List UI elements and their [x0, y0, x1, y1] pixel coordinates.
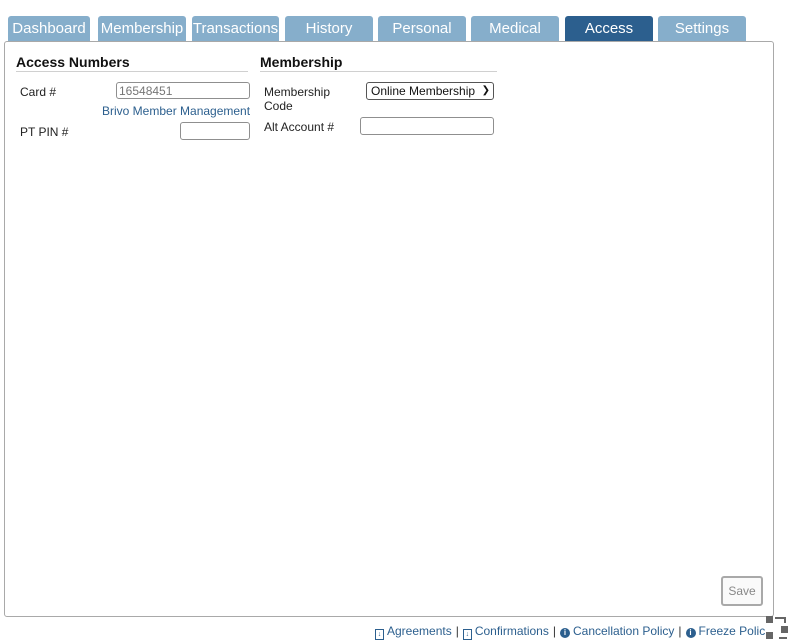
save-button[interactable]: Save [721, 576, 763, 606]
cancellation-policy-label: Cancellation Policy [572, 624, 675, 638]
card-label: Card # [20, 85, 57, 99]
tab-membership[interactable]: Membership [98, 16, 186, 42]
info-icon: i [559, 628, 570, 638]
membership-code-label-line2: Code [264, 99, 293, 113]
info-icon: i [685, 628, 696, 638]
footer-separator: | [455, 624, 459, 638]
tab-medical[interactable]: Medical [471, 16, 559, 42]
confirmations-link-label: Confirmations [474, 624, 549, 638]
footer-separator: | [678, 624, 682, 638]
tab-transactions[interactable]: Transactions [192, 16, 279, 42]
freeze-policy-label: Freeze Polic [698, 624, 766, 638]
footer-separator: | [552, 624, 556, 638]
agreements-link-label: Agreements [387, 624, 452, 638]
access-numbers-heading: Access Numbers [16, 54, 248, 72]
pdf-icon: ↓ [462, 629, 472, 640]
freeze-policy-link[interactable]: i Freeze Polic [685, 624, 766, 638]
resize-handle-icon[interactable] [765, 612, 791, 644]
tab-access[interactable]: Access [565, 16, 653, 42]
tab-history[interactable]: History [285, 16, 373, 42]
membership-code-selected: Online Membership [371, 84, 476, 98]
pt-pin-field[interactable] [180, 122, 250, 140]
cancellation-policy-link[interactable]: i Cancellation Policy [559, 624, 675, 638]
alt-account-field[interactable] [360, 117, 494, 135]
footer-links: ↓ Agreements | ↓ Confirmations | i Cancellation… [375, 624, 765, 640]
pdf-icon: ↓ [375, 629, 384, 640]
agreements-link[interactable]: ↓ Agreements [375, 624, 452, 640]
membership-code-select[interactable]: Online Membership ❯ [366, 82, 494, 100]
card-number-field[interactable] [116, 82, 250, 99]
alt-account-label: Alt Account # [264, 120, 335, 134]
membership-code-label: Membership Code [264, 85, 330, 113]
membership-code-label-line1: Membership [264, 85, 331, 99]
tab-dashboard[interactable]: Dashboard [8, 16, 90, 42]
brivo-member-management-link[interactable]: Brivo Member Management [102, 104, 250, 118]
membership-heading: Membership [260, 54, 497, 72]
tab-personal[interactable]: Personal [378, 16, 466, 42]
pt-pin-label: PT PIN # [20, 125, 69, 139]
confirmations-link[interactable]: ↓ Confirmations [462, 624, 549, 640]
tab-settings[interactable]: Settings [658, 16, 746, 42]
chevron-down-icon: ❯ [481, 85, 490, 96]
